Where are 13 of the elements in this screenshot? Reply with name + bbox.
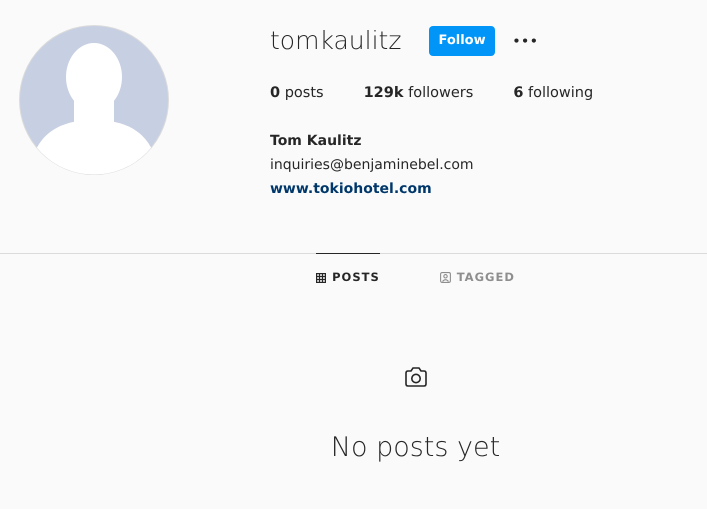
profile-tab[interactable]: POSTS (316, 253, 380, 286)
profile-stat[interactable]: 6 following (513, 83, 594, 105)
camera-icon (404, 366, 428, 388)
profile-stat[interactable]: 0 posts (270, 83, 324, 105)
full-name: Tom Kaulitz (270, 132, 362, 151)
grid-icon (316, 272, 326, 283)
profile-stat[interactable]: 129k followers (364, 83, 474, 105)
bio-text: inquiries@benjaminebel.com (270, 156, 474, 175)
website-link[interactable]: www.tokiohotel.com (270, 176, 432, 201)
username: tomkaulitz (270, 25, 402, 57)
more-options-icon[interactable]: ••• (512, 32, 539, 50)
tagged-icon (440, 272, 451, 284)
empty-state-message: No posts yet (330, 431, 500, 466)
